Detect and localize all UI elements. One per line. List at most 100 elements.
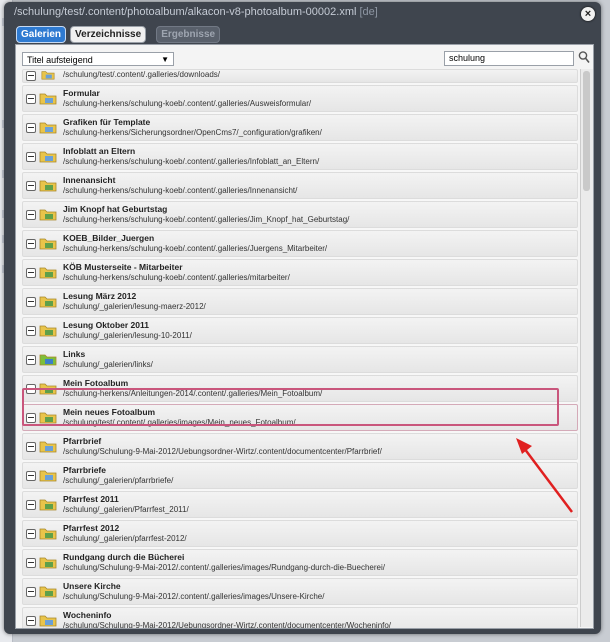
tab-verzeichnisse[interactable]: Verzeichnisse xyxy=(70,26,147,43)
gallery-row[interactable]: /schulung/test/.content/.galleries/downl… xyxy=(22,69,578,83)
gallery-path: /schulung/_galerien/lesung-10-2011/ xyxy=(63,331,192,340)
folder-icon xyxy=(39,296,57,308)
dialog-title-locale: [de] xyxy=(359,6,378,18)
collapse-toggle-icon[interactable] xyxy=(26,587,36,597)
gallery-title: Rundgang durch die Bücherei xyxy=(63,552,185,562)
collapse-toggle-icon[interactable] xyxy=(26,558,36,568)
collapse-toggle-icon[interactable] xyxy=(26,181,36,191)
gallery-title: Links xyxy=(63,349,86,359)
collapse-toggle-icon[interactable] xyxy=(26,239,36,249)
gallery-path: /schulung/test/.content/.galleries/image… xyxy=(63,418,296,427)
gallery-path: /schulung/_galerien/Pfarrfest_2011/ xyxy=(63,505,189,514)
gallery-path: /schulung-herkens/schulung-koeb/.content… xyxy=(63,215,350,224)
gallery-row[interactable]: Pfarrbriefe/schulung/_galerien/pfarrbrie… xyxy=(22,462,578,489)
gallery-title: Pfarrbrief xyxy=(63,436,102,446)
magnifier-icon[interactable] xyxy=(578,50,590,64)
collapse-toggle-icon[interactable] xyxy=(26,355,36,365)
collapse-toggle-icon[interactable] xyxy=(26,529,36,539)
folder-icon xyxy=(39,383,57,395)
gallery-path: /schulung/Schulung-9-Mai-2012/.content/.… xyxy=(63,592,325,601)
folder-icon xyxy=(39,586,57,598)
collapse-toggle-icon[interactable] xyxy=(26,471,36,481)
close-button[interactable]: × xyxy=(581,7,595,21)
gallery-path: /schulung/_galerien/pfarrfest-2012/ xyxy=(63,534,187,543)
gallery-row[interactable]: KOEB_Bilder_Juergen/schulung-herkens/sch… xyxy=(22,230,578,257)
collapse-toggle-icon[interactable] xyxy=(26,384,36,394)
gallery-list: /schulung/test/.content/.galleries/downl… xyxy=(22,69,578,629)
image-folder-icon xyxy=(39,122,57,134)
gallery-row[interactable]: Innenansicht/schulung-herkens/schulung-k… xyxy=(22,172,578,199)
gallery-row[interactable]: Jim Knopf hat Geburtstag/schulung-herken… xyxy=(22,201,578,228)
gallery-row[interactable]: Mein Fotoalbum/schulung-herkens/Anleitun… xyxy=(22,375,578,402)
collapse-toggle-icon[interactable] xyxy=(26,210,36,220)
collapse-toggle-icon[interactable] xyxy=(26,500,36,510)
gallery-row[interactable]: Formular/schulung-herkens/schulung-koeb/… xyxy=(22,85,578,112)
tab-bar: Galerien Verzeichnisse Ergebnisse xyxy=(16,26,221,43)
image-folder-icon xyxy=(39,441,57,453)
collapse-toggle-icon[interactable] xyxy=(26,94,36,104)
gallery-title: KÖB Musterseite - Mitarbeiter xyxy=(63,262,183,272)
folder-icon xyxy=(39,557,57,569)
collapse-toggle-icon[interactable] xyxy=(26,442,36,452)
folder-icon xyxy=(39,209,57,221)
collapse-toggle-icon[interactable] xyxy=(26,268,36,278)
gallery-row[interactable]: Infoblatt an Eltern/schulung-herkens/sch… xyxy=(22,143,578,170)
scrollbar[interactable] xyxy=(580,69,593,627)
gallery-title: Lesung März 2012 xyxy=(63,291,137,301)
gallery-dialog: /schulung/test/.content/photoalbum/alkac… xyxy=(4,2,601,634)
search-input[interactable] xyxy=(444,51,574,66)
gallery-row[interactable]: Unsere Kirche/schulung/Schulung-9-Mai-20… xyxy=(22,578,578,605)
gallery-title: KOEB_Bilder_Juergen xyxy=(63,233,155,243)
collapse-toggle-icon[interactable] xyxy=(26,71,36,81)
gallery-row[interactable]: Pfarrfest 2011/schulung/_galerien/Pfarrf… xyxy=(22,491,578,518)
gallery-title: Mein Fotoalbum xyxy=(63,378,129,388)
tab-ergebnisse[interactable]: Ergebnisse xyxy=(156,26,221,43)
image-folder-icon xyxy=(39,93,57,105)
tab-galerien[interactable]: Galerien xyxy=(16,26,67,43)
collapse-toggle-icon[interactable] xyxy=(26,123,36,133)
gallery-row[interactable]: Rundgang durch die Bücherei/schulung/Sch… xyxy=(22,549,578,576)
gallery-path: /schulung/Schulung-9-Mai-2012/.content/.… xyxy=(63,563,385,572)
gallery-title: Grafiken für Template xyxy=(63,117,151,127)
folder-icon xyxy=(39,238,57,250)
gallery-title: Unsere Kirche xyxy=(63,581,121,591)
folder-icon xyxy=(39,325,57,337)
sort-select-value: Titel aufsteigend xyxy=(27,55,93,65)
gallery-row[interactable]: Pfarrbrief/schulung/Schulung-9-Mai-2012/… xyxy=(22,433,578,460)
gallery-row[interactable]: Pfarrfest 2012/schulung/_galerien/pfarrf… xyxy=(22,520,578,547)
collapse-toggle-icon[interactable] xyxy=(26,616,36,626)
collapse-toggle-icon[interactable] xyxy=(26,297,36,307)
gallery-path: /schulung-herkens/schulung-koeb/.content… xyxy=(63,186,298,195)
folder-icon xyxy=(39,267,57,279)
gallery-path: /schulung/_galerien/lesung-maerz-2012/ xyxy=(63,302,206,311)
folder-icon xyxy=(39,412,57,424)
gallery-row[interactable]: Mein neues Fotoalbum/schulung/test/.cont… xyxy=(22,404,578,431)
gallery-title: Innenansicht xyxy=(63,175,116,185)
gallery-panel: Titel aufsteigend ▼ /schulung/test/.cont… xyxy=(15,44,594,629)
gallery-row[interactable]: Grafiken für Template/schulung-herkens/S… xyxy=(22,114,578,141)
gallery-row[interactable]: Wocheninfo/schulung/Schulung-9-Mai-2012/… xyxy=(22,607,578,629)
dialog-title-path: /schulung/test/.content/photoalbum/alkac… xyxy=(14,6,357,18)
gallery-title: Mein neues Fotoalbum xyxy=(63,407,156,417)
gallery-row[interactable]: Lesung Oktober 2011/schulung/_galerien/l… xyxy=(22,317,578,344)
collapse-toggle-icon[interactable] xyxy=(26,152,36,162)
gallery-row[interactable]: Links/schulung/_galerien/links/ xyxy=(22,346,578,373)
gallery-row[interactable]: Lesung März 2012/schulung/_galerien/lesu… xyxy=(22,288,578,315)
gallery-path: /schulung/_galerien/links/ xyxy=(63,360,153,369)
gallery-title: Pfarrfest 2011 xyxy=(63,494,119,504)
folder-icon xyxy=(39,499,57,511)
gallery-path: /schulung-herkens/schulung-koeb/.content… xyxy=(63,273,290,282)
dropdown-arrow-icon: ▼ xyxy=(161,55,169,64)
scrollbar-thumb[interactable] xyxy=(583,71,590,191)
image-folder-icon xyxy=(41,71,55,80)
annotation-arrow-icon xyxy=(516,438,573,513)
sort-select[interactable]: Titel aufsteigend ▼ xyxy=(22,52,174,66)
gallery-path: /schulung-herkens/schulung-koeb/.content… xyxy=(63,244,328,253)
collapse-toggle-icon[interactable] xyxy=(26,413,36,423)
links-folder-icon xyxy=(39,354,57,366)
gallery-title: Jim Knopf hat Geburtstag xyxy=(63,204,168,214)
gallery-title: Infoblatt an Eltern xyxy=(63,146,136,156)
collapse-toggle-icon[interactable] xyxy=(26,326,36,336)
gallery-path: /schulung/Schulung-9-Mai-2012/Uebungsord… xyxy=(63,621,392,629)
gallery-row[interactable]: KÖB Musterseite - Mitarbeiter/schulung-h… xyxy=(22,259,578,286)
